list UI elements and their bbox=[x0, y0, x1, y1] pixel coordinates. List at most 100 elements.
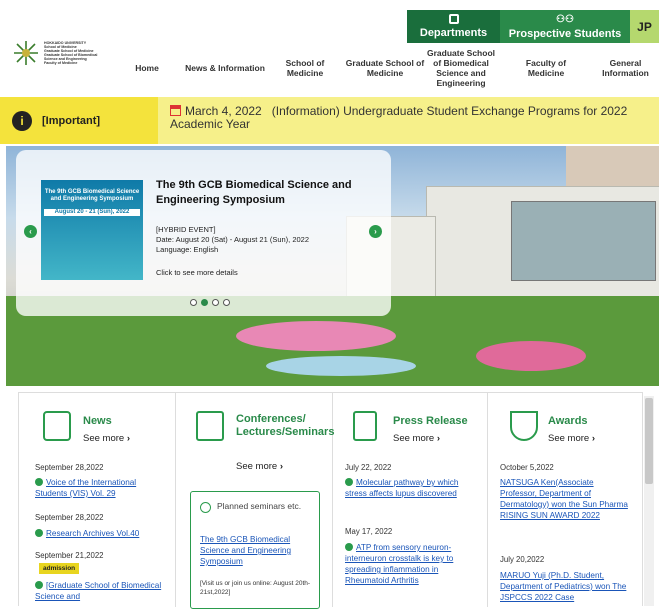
next-slide-arrow-icon[interactable]: › bbox=[369, 225, 382, 238]
award-item-link[interactable]: MARUO Yuji (Ph.D. Student, Department of… bbox=[500, 570, 630, 603]
slide-dot[interactable] bbox=[223, 299, 230, 306]
event-type: [HYBRID EVENT] bbox=[156, 225, 216, 234]
press-item-text: ATP from sensory neuron-interneuron cros… bbox=[345, 543, 454, 585]
info-columns: News See more › September 28,2022 Voice … bbox=[18, 392, 644, 609]
departments-label: Departments bbox=[419, 27, 488, 39]
slide-dot[interactable] bbox=[212, 299, 219, 306]
news-item-text: Research Archives Vol.40 bbox=[46, 529, 140, 538]
conferences-title: Conferences/ Lectures/Seminars bbox=[236, 413, 335, 438]
news-title: News bbox=[83, 415, 112, 427]
important-label-text: [Important] bbox=[42, 114, 101, 127]
award-item-date: July 20,2022 bbox=[500, 555, 545, 564]
press-item-date: July 22, 2022 bbox=[345, 463, 392, 472]
people-icon: ⚇⚇ bbox=[556, 13, 574, 25]
clock-icon bbox=[200, 502, 211, 513]
arrow-circle-icon bbox=[345, 478, 353, 486]
press-release-column: Press Release See more › July 22, 2022 M… bbox=[333, 393, 488, 607]
hero-carousel: The 9th GCB Biomedical Science and Engin… bbox=[6, 146, 659, 386]
see-more-label: See more bbox=[236, 461, 278, 472]
arrow-circle-icon bbox=[35, 581, 43, 589]
press-release-title: Press Release bbox=[393, 415, 468, 427]
arrow-circle-icon bbox=[35, 529, 43, 537]
language-switch-button[interactable]: JP bbox=[630, 10, 659, 43]
scrollbar-thumb[interactable] bbox=[645, 398, 653, 484]
calendar-grid-icon bbox=[196, 411, 224, 441]
important-notice-link[interactable]: March 4, 2022 (Information) Undergraduat… bbox=[170, 105, 650, 131]
symposium-note: [Visit us or join us online: August 20th… bbox=[200, 580, 311, 596]
see-details-link[interactable]: Click to see more details bbox=[156, 268, 238, 277]
nav-home[interactable]: Home bbox=[122, 44, 172, 92]
news-item-link[interactable]: Research Archives Vol.40 bbox=[35, 528, 170, 539]
nav-school-of-medicine[interactable]: School of Medicine bbox=[272, 44, 338, 92]
see-more-label: See more bbox=[83, 433, 125, 444]
symposium-link[interactable]: The 9th GCB Biomedical Science and Engin… bbox=[200, 534, 312, 567]
news-item-text: Voice of the International Students (VIS… bbox=[35, 478, 137, 498]
news-see-more-link[interactable]: See more › bbox=[83, 433, 130, 444]
conferences-see-more-link[interactable]: See more › bbox=[236, 461, 283, 472]
planned-seminars-box: Planned seminars etc. The 9th GCB Biomed… bbox=[190, 491, 320, 609]
news-item-date: September 28,2022 bbox=[35, 513, 104, 522]
arrow-circle-icon bbox=[35, 478, 43, 486]
slide-dot[interactable] bbox=[190, 299, 197, 306]
press-see-more-link[interactable]: See more › bbox=[393, 433, 440, 444]
poster-dates: August 20 - 21 (Sun), 2022 bbox=[44, 209, 140, 216]
planned-seminars-label: Planned seminars etc. bbox=[217, 501, 302, 511]
awards-see-more-link[interactable]: See more › bbox=[548, 433, 595, 444]
slide-details: [HYBRID EVENT] Date: August 20 (Sat) - A… bbox=[156, 225, 376, 255]
admission-badge: admission bbox=[39, 563, 80, 574]
prospective-students-label: Prospective Students bbox=[508, 27, 622, 40]
nav-graduate-school-biomedical[interactable]: Graduate School of Biomedical Science an… bbox=[424, 44, 498, 92]
chevron-right-icon: › bbox=[436, 433, 440, 444]
news-item-date: September 28,2022 bbox=[35, 463, 104, 472]
press-item-date: May 17, 2022 bbox=[345, 527, 393, 536]
award-item-link[interactable]: NATSUGA Ken(Associate Professor, Departm… bbox=[500, 477, 630, 521]
document-icon bbox=[353, 411, 377, 441]
departments-button[interactable]: Departments bbox=[407, 10, 500, 43]
poster-title: The 9th GCB Biomedical Science and Engin… bbox=[44, 189, 140, 202]
award-item-date: October 5,2022 bbox=[500, 463, 554, 472]
nav-news-information[interactable]: News & Information bbox=[184, 44, 266, 92]
info-icon: i bbox=[12, 110, 32, 131]
chevron-right-icon: › bbox=[591, 433, 595, 444]
conferences-column: Conferences/ Lectures/Seminars See more … bbox=[176, 393, 335, 609]
window-image bbox=[511, 201, 656, 281]
news-item-link[interactable]: [Graduate School of Biomedical Science a… bbox=[35, 580, 170, 602]
building-image bbox=[566, 146, 659, 186]
important-label: i [Important] bbox=[0, 97, 158, 144]
press-item-link[interactable]: Molecular pathway by which stress affect… bbox=[345, 477, 480, 499]
chevron-right-icon: › bbox=[126, 433, 130, 444]
logo-line: Faculty of Medicine bbox=[44, 61, 78, 65]
site-logo[interactable]: HOKKAIDO UNIVERSITY School of Medicine G… bbox=[12, 37, 130, 69]
important-notice-bar: i [Important] March 4, 2022 (Information… bbox=[0, 97, 659, 144]
event-date: Date: August 20 (Sat) - August 21 (Sun),… bbox=[156, 235, 310, 244]
nav-faculty-of-medicine[interactable]: Faculty of Medicine bbox=[510, 44, 582, 92]
main-nav: Home News & Information School of Medici… bbox=[122, 44, 659, 92]
chevron-right-icon: › bbox=[279, 461, 283, 472]
nav-graduate-school-medicine[interactable]: Graduate School of Medicine bbox=[344, 44, 426, 92]
see-more-label: See more bbox=[548, 433, 590, 444]
prev-slide-arrow-icon[interactable]: ‹ bbox=[24, 225, 37, 238]
awards-column: Awards See more › October 5,2022 NATSUGA… bbox=[488, 393, 644, 607]
press-item-link[interactable]: ATP from sensory neuron-interneuron cros… bbox=[345, 542, 480, 586]
slide-card[interactable]: The 9th GCB Biomedical Science and Engin… bbox=[16, 150, 391, 316]
slide-dot-active[interactable] bbox=[201, 299, 208, 306]
prospective-students-button[interactable]: ⚇⚇ Prospective Students bbox=[500, 10, 630, 43]
flower-bed-image bbox=[476, 341, 586, 371]
news-item-date: September 21,2022 bbox=[35, 551, 104, 560]
university-emblem-icon bbox=[12, 39, 40, 67]
pond-image bbox=[266, 356, 416, 376]
symposium-poster: The 9th GCB Biomedical Science and Engin… bbox=[41, 180, 143, 280]
press-item-text: Molecular pathway by which stress affect… bbox=[345, 478, 459, 498]
see-more-label: See more bbox=[393, 433, 435, 444]
flower-bed-image bbox=[236, 321, 396, 351]
news-item-link[interactable]: Voice of the International Students (VIS… bbox=[35, 477, 170, 499]
building-icon bbox=[448, 14, 459, 24]
chat-bubble-icon bbox=[43, 411, 71, 441]
notice-date: March 4, 2022 bbox=[185, 104, 262, 118]
news-item-text: [Graduate School of Biomedical Science a… bbox=[35, 581, 162, 601]
awards-title: Awards bbox=[548, 415, 588, 427]
nav-general-information[interactable]: General Information bbox=[592, 44, 659, 92]
logo-text: HOKKAIDO UNIVERSITY School of Medicine G… bbox=[44, 41, 97, 65]
trophy-icon bbox=[510, 411, 538, 441]
slide-title: The 9th GCB Biomedical Science and Engin… bbox=[156, 179, 352, 206]
